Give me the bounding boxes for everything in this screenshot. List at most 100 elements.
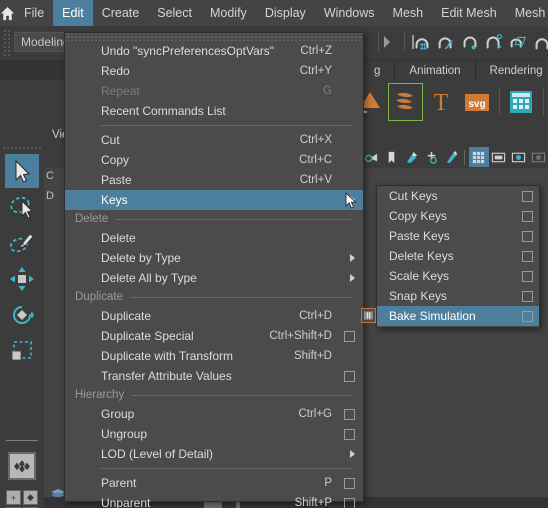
submenu-item-bake-simulation[interactable]: Bake Simulation xyxy=(361,306,539,326)
menu-display[interactable]: Display xyxy=(256,0,315,26)
submenu-item-snap-keys[interactable]: Snap Keys xyxy=(377,286,539,306)
menu-item-accel: Ctrl+V xyxy=(299,174,332,186)
film-gate-icon[interactable] xyxy=(489,147,509,167)
lasso-select-tool-icon[interactable] xyxy=(5,190,39,224)
menu-edit-mesh[interactable]: Edit Mesh xyxy=(432,0,506,26)
submenu-item-paste-keys[interactable]: Paste Keys xyxy=(377,226,539,246)
menu-mesh[interactable]: Mesh xyxy=(384,0,433,26)
menu-item-duplicate[interactable]: Duplicate Ctrl+D xyxy=(65,306,363,326)
menu-item-copy[interactable]: Copy Ctrl+C xyxy=(65,150,363,170)
move-tool-icon[interactable] xyxy=(5,262,39,296)
grid-layout-icon[interactable] xyxy=(503,83,539,121)
bookmark-icon[interactable] xyxy=(382,147,402,167)
submenu-item-delete-keys[interactable]: Delete Keys xyxy=(377,246,539,266)
menu-section-label: Duplicate xyxy=(75,291,123,303)
option-box-placeholder xyxy=(344,66,355,77)
menu-item-keys[interactable]: Keys xyxy=(65,190,363,210)
submenu-item-scale-keys[interactable]: Scale Keys xyxy=(377,266,539,286)
submenu-item-copy-keys[interactable]: Copy Keys xyxy=(377,206,539,226)
svg-tool-icon[interactable]: svg xyxy=(459,83,495,121)
home-icon[interactable] xyxy=(0,0,15,26)
menu-item-lod[interactable]: LOD (Level of Detail) xyxy=(65,444,363,464)
gate-mask-icon[interactable] xyxy=(528,147,548,167)
toolbar-grip-handle[interactable] xyxy=(3,29,11,57)
menu-modify[interactable]: Modify xyxy=(201,0,256,26)
menu-create[interactable]: Create xyxy=(93,0,149,26)
menu-item-group[interactable]: Group Ctrl+G xyxy=(65,404,363,424)
option-box[interactable] xyxy=(522,190,533,202)
layout-four-view-icon[interactable]: + xyxy=(6,490,21,505)
menu-item-transfer-attribute-values[interactable]: Transfer Attribute Values xyxy=(65,366,363,386)
option-box[interactable] xyxy=(522,270,533,282)
option-box[interactable] xyxy=(522,210,533,222)
menu-item-label: Delete All by Type xyxy=(101,271,197,285)
menu-item-undo[interactable]: Undo "syncPreferencesOptVars" Ctrl+Z xyxy=(65,41,363,61)
menu-item-cut[interactable]: Cut Ctrl+X xyxy=(65,130,363,150)
two-d-pan-zoom-icon[interactable] xyxy=(421,147,441,167)
submenu-item-cut-keys[interactable]: Cut Keys xyxy=(377,186,539,206)
menu-item-delete-all-by-type[interactable]: Delete All by Type xyxy=(65,268,363,288)
left-toolbox: + ◆ xyxy=(0,146,44,508)
rotate-tool-icon[interactable] xyxy=(5,298,39,332)
outliner-row-2[interactable]: D xyxy=(46,190,54,202)
text-tool-icon[interactable]: T xyxy=(423,83,459,121)
menu-tearoff-handle[interactable] xyxy=(65,33,363,41)
menu-item-label: Paste xyxy=(101,173,132,187)
menu-edit[interactable]: Edit xyxy=(53,0,93,26)
helix-primitive-icon[interactable] xyxy=(387,83,424,121)
toolbox-grip-handle[interactable] xyxy=(2,146,42,151)
menu-item-duplicate-special[interactable]: Duplicate Special Ctrl+Shift+D xyxy=(65,326,363,346)
menu-item-ungroup[interactable]: Ungroup xyxy=(65,424,363,444)
menu-item-paste[interactable]: Paste Ctrl+V xyxy=(65,170,363,190)
snap-to-point-icon[interactable] xyxy=(460,31,480,53)
outliner-row-1[interactable]: C xyxy=(46,170,54,182)
menu-item-duplicate-with-transform[interactable]: Duplicate with Transform Shift+D xyxy=(65,346,363,366)
option-box[interactable] xyxy=(344,497,355,508)
image-plane-icon[interactable] xyxy=(402,147,422,167)
snap-to-view-plane-icon[interactable] xyxy=(508,31,528,53)
menu-item-redo[interactable]: Redo Ctrl+Y xyxy=(65,61,363,81)
option-box[interactable] xyxy=(522,230,533,242)
magnet-icon[interactable] xyxy=(532,31,548,53)
menu-item-label: Group xyxy=(101,407,135,421)
tab-rendering[interactable]: Rendering xyxy=(475,61,548,80)
resolution-gate-icon[interactable] xyxy=(508,147,528,167)
camera-attributes-icon[interactable] xyxy=(362,147,382,167)
menu-item-label: Ungroup xyxy=(101,427,148,441)
single-view-layout-icon[interactable] xyxy=(8,452,36,480)
paint-select-tool-icon[interactable] xyxy=(5,226,39,260)
menu-windows[interactable]: Windows xyxy=(315,0,384,26)
snap-to-projected-center-icon[interactable] xyxy=(484,31,504,53)
submenu-item-label: Paste Keys xyxy=(389,229,450,243)
option-box[interactable] xyxy=(344,428,355,440)
tab-polygons[interactable]: g xyxy=(360,61,396,80)
option-box[interactable] xyxy=(344,330,355,342)
tab-animation[interactable]: Animation xyxy=(395,61,476,80)
menu-item-delete[interactable]: Delete xyxy=(65,228,363,248)
select-tool-icon[interactable] xyxy=(5,154,39,188)
selection-mask-arrow-icon[interactable] xyxy=(382,34,392,50)
scale-tool-icon[interactable] xyxy=(5,334,39,368)
option-box-placeholder xyxy=(344,233,355,244)
menu-item-unparent[interactable]: Unparent Shift+P xyxy=(65,493,363,508)
grid-toggle-icon[interactable] xyxy=(468,147,489,167)
snap-to-grid-icon[interactable] xyxy=(412,31,432,53)
menu-item-parent[interactable]: Parent P xyxy=(65,473,363,493)
snap-tools-group xyxy=(412,31,548,53)
option-box[interactable] xyxy=(344,408,355,420)
menu-file[interactable]: File xyxy=(15,0,53,26)
menu-item-recent-commands-list[interactable]: Recent Commands List xyxy=(65,101,363,121)
option-box[interactable] xyxy=(344,370,355,382)
menu-item-label: Undo "syncPreferencesOptVars" xyxy=(101,44,275,58)
menu-select[interactable]: Select xyxy=(148,0,201,26)
menu-mesh-tools[interactable]: Mesh Tools xyxy=(506,0,548,26)
option-box[interactable] xyxy=(522,250,533,262)
snap-to-curve-icon[interactable] xyxy=(436,31,456,53)
option-box[interactable] xyxy=(522,310,533,322)
option-box[interactable] xyxy=(522,290,533,302)
menu-item-delete-by-type[interactable]: Delete by Type xyxy=(65,248,363,268)
option-box-placeholder xyxy=(344,106,355,117)
grease-pencil-icon[interactable] xyxy=(441,147,461,167)
option-box[interactable] xyxy=(344,477,355,489)
layout-persp-icon[interactable]: ◆ xyxy=(23,490,38,505)
